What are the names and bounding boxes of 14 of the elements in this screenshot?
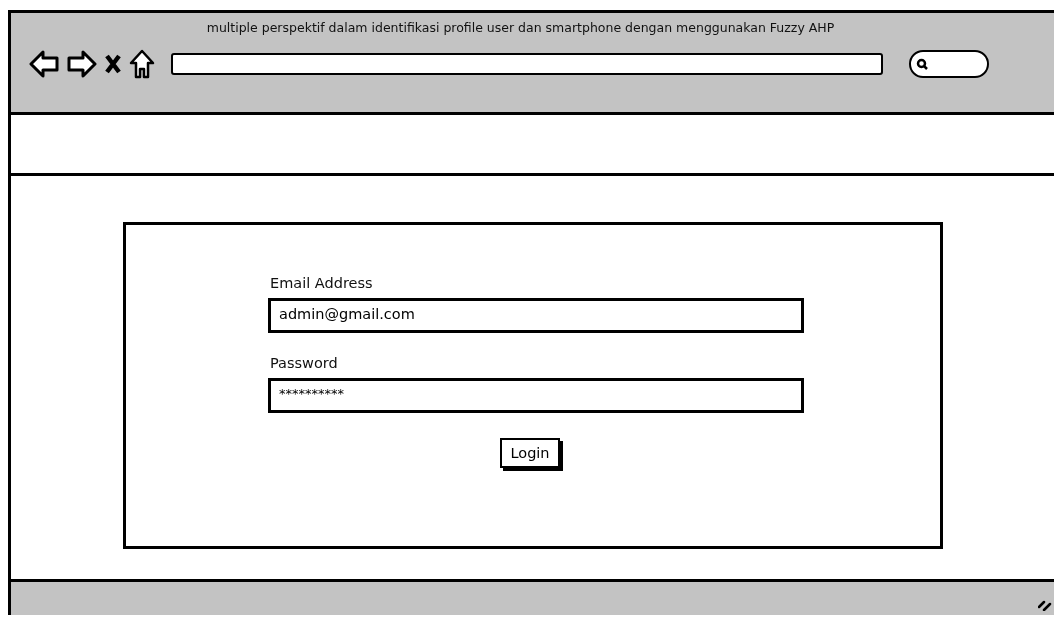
password-label: Password [270, 355, 339, 371]
password-field[interactable]: ********** [268, 378, 804, 413]
back-arrow-icon[interactable] [29, 50, 59, 78]
login-button[interactable]: Login [500, 438, 560, 468]
email-label: Email Address [270, 275, 374, 291]
email-field[interactable]: admin@gmail.com [268, 298, 804, 333]
close-icon[interactable] [105, 54, 121, 74]
search-field[interactable] [909, 50, 989, 78]
forward-arrow-icon[interactable] [67, 50, 97, 78]
search-icon [916, 58, 928, 70]
address-bar[interactable] [171, 53, 883, 75]
home-icon[interactable] [129, 49, 155, 79]
window-title: multiple perspektif dalam identifikasi profile user dan smartphone dengan menggunakan Fuzzy AHP [206, 20, 835, 35]
resize-grip-icon[interactable] [1038, 599, 1052, 611]
